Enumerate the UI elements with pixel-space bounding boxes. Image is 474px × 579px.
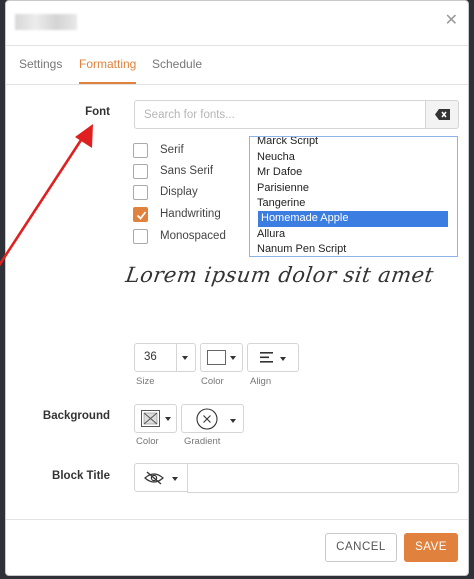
category-label: Sans Serif [160,165,214,177]
font-listbox[interactable]: Marck Script Neucha Mr Dafoe Parisienne … [249,136,458,257]
background-gradient-picker[interactable] [181,404,244,433]
formatting-dialog: ✕ Settings Formatting Schedule Font Seri… [5,0,469,576]
chevron-down-icon [182,356,188,360]
tab-schedule[interactable]: Schedule [152,47,202,84]
tab-formatting[interactable]: Formatting [79,47,137,84]
tab-bar: Settings Formatting Schedule [6,47,468,85]
font-option[interactable]: Neucha [257,150,295,166]
color-swatch [207,350,226,365]
dialog-title-redacted [15,14,77,30]
font-option[interactable]: Parisienne [257,181,309,197]
clear-search-button[interactable] [425,100,459,129]
category-label: Handwriting [160,208,221,220]
font-search-input[interactable] [134,100,425,129]
chevron-down-icon [280,357,286,361]
category-label: Monospaced [160,230,226,242]
bg-color-caption: Color [136,436,159,447]
font-preview-text: Lorem ipsum dolor sit amet [124,263,436,287]
font-option[interactable]: Nanum Pen Script [257,242,346,256]
color-caption: Color [201,376,224,387]
text-align-select[interactable] [247,343,299,372]
background-label: Background [42,410,110,422]
category-label: Serif [160,144,184,156]
monospaced-checkbox[interactable] [133,229,148,244]
circle-x-icon [196,408,218,430]
close-icon[interactable]: ✕ [445,13,458,29]
font-size-select[interactable]: 36 [134,343,196,372]
serif-checkbox[interactable] [133,143,148,158]
font-option[interactable]: Allura [257,227,285,243]
checkmark-icon [136,211,147,220]
font-option[interactable]: Mr Dafoe [257,165,302,181]
sans-serif-checkbox[interactable] [133,164,148,179]
size-caption: Size [136,376,155,387]
divider [176,344,177,371]
font-option-selected[interactable]: Homemade Apple [258,211,448,227]
tab-settings[interactable]: Settings [19,47,62,84]
category-label: Display [160,186,198,198]
block-title-input[interactable] [187,463,459,493]
save-button[interactable]: SAVE [404,533,458,562]
align-caption: Align [250,376,272,387]
dialog-header: ✕ [6,1,468,46]
title-visibility-select[interactable] [134,463,188,492]
chevron-down-icon [165,417,171,421]
chevron-down-icon [172,477,178,481]
handwriting-checkbox[interactable] [133,207,148,222]
display-checkbox[interactable] [133,185,148,200]
chevron-down-icon [230,356,236,360]
chevron-down-icon [230,419,236,423]
footer-divider [6,519,468,520]
font-option[interactable]: Tangerine [257,196,305,212]
font-option[interactable]: Marck Script [257,137,318,150]
background-color-picker[interactable] [134,404,177,433]
block-title-label: Block Title [52,470,110,482]
text-color-picker[interactable] [200,343,243,372]
no-color-icon [141,410,160,427]
font-label: Font [85,106,110,118]
gradient-caption: Gradient [184,436,221,447]
backspace-icon [435,109,450,120]
eye-slash-icon [144,471,164,485]
font-size-value: 36 [144,351,157,363]
cancel-button[interactable]: CANCEL [325,533,397,562]
align-left-icon [260,352,273,363]
